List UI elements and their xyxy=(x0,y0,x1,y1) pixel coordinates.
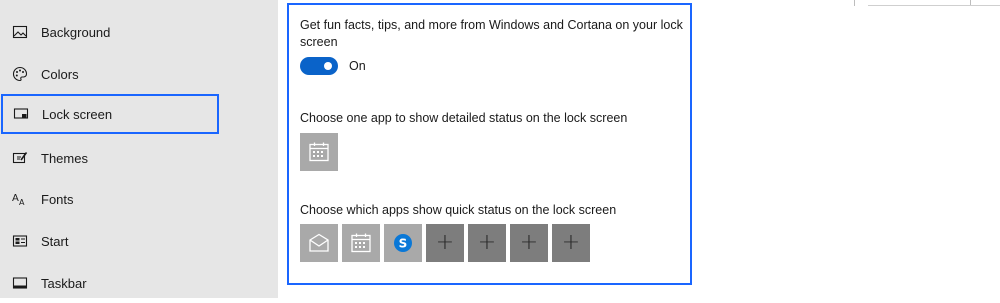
sidebar-item-label: Start xyxy=(41,233,69,249)
start-icon xyxy=(12,233,28,249)
picture-icon xyxy=(12,24,28,40)
sidebar-item-background[interactable]: Background xyxy=(0,12,278,52)
add-icon: + xyxy=(561,230,581,255)
sidebar-item-label: Background xyxy=(41,24,111,40)
toggle-state-label: On xyxy=(349,59,366,73)
add-icon: + xyxy=(477,230,497,255)
mail-icon xyxy=(309,233,329,252)
sidebar-item-label: Colors xyxy=(41,66,79,82)
fun-facts-toggle[interactable] xyxy=(300,57,338,75)
toggle-knob xyxy=(324,62,332,70)
quick-status-heading: Choose which apps show quick status on t… xyxy=(300,203,617,217)
quick-status-add-tile[interactable]: + xyxy=(426,224,464,262)
sidebar-item-label: Lock screen xyxy=(42,106,113,122)
sidebar-item-lock-screen[interactable]: Lock screen xyxy=(1,94,219,134)
svg-text:A: A xyxy=(12,193,19,204)
detailed-status-heading: Choose one app to show detailed status o… xyxy=(300,111,628,125)
calendar-icon xyxy=(351,233,371,253)
quick-status-skype-tile[interactable]: S xyxy=(384,224,422,262)
sidebar-item-fonts[interactable]: A A Fonts xyxy=(0,179,278,219)
sidebar-item-label: Fonts xyxy=(41,191,74,207)
quick-status-calendar-tile[interactable] xyxy=(342,224,380,262)
divider xyxy=(868,5,1000,6)
quick-status-add-tile[interactable]: + xyxy=(468,224,506,262)
taskbar-icon xyxy=(12,275,28,291)
quick-status-add-tile[interactable]: + xyxy=(552,224,590,262)
divider xyxy=(854,0,855,6)
sidebar: Background Colors Lock screen Themes A A… xyxy=(0,0,278,298)
sidebar-item-themes[interactable]: Themes xyxy=(0,138,278,178)
svg-text:A: A xyxy=(19,198,25,207)
sidebar-item-label: Taskbar xyxy=(41,275,87,291)
themes-icon xyxy=(12,150,28,166)
fun-facts-label-line2: screen xyxy=(300,35,338,49)
svg-text:S: S xyxy=(399,237,408,251)
fun-facts-label-line1: Get fun facts, tips, and more from Windo… xyxy=(300,18,683,32)
lock-screen-icon xyxy=(13,106,29,122)
calendar-icon xyxy=(309,142,329,162)
sidebar-item-start[interactable]: Start xyxy=(0,221,278,261)
detailed-status-app-tile[interactable] xyxy=(300,133,338,171)
sidebar-item-label: Themes xyxy=(41,150,88,166)
lock-screen-settings-panel: Get fun facts, tips, and more from Windo… xyxy=(287,3,692,285)
sidebar-item-colors[interactable]: Colors xyxy=(0,54,278,94)
add-icon: + xyxy=(435,230,455,255)
palette-icon xyxy=(12,66,28,82)
skype-icon: S xyxy=(394,234,412,252)
quick-status-mail-tile[interactable] xyxy=(300,224,338,262)
fonts-icon: A A xyxy=(12,191,28,207)
add-icon: + xyxy=(519,230,539,255)
sidebar-item-taskbar[interactable]: Taskbar xyxy=(0,263,278,303)
quick-status-add-tile[interactable]: + xyxy=(510,224,548,262)
